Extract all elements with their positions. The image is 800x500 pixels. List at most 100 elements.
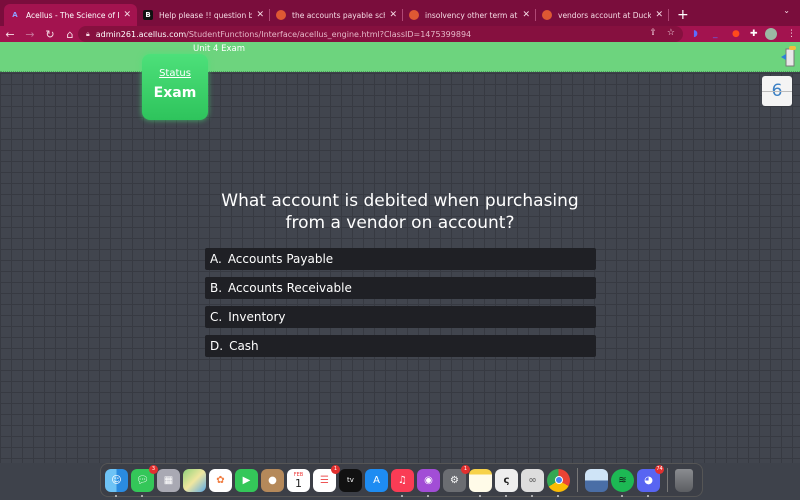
dock-clip-studio-icon[interactable]: ς (495, 468, 518, 497)
close-icon[interactable]: ✕ (522, 10, 530, 20)
tab-title: the accounts payable schedule (292, 10, 385, 20)
dock-chrome-icon[interactable] (547, 468, 570, 497)
dock-separator (667, 468, 668, 492)
answer-list: A. Accounts Payable B. Accounts Receivab… (205, 248, 596, 364)
answer-text: Cash (229, 339, 259, 353)
dock-separator (577, 468, 578, 492)
running-indicator (401, 494, 403, 497)
url-path: /StudentFunctions/Interface/acellus_engi… (186, 29, 472, 39)
app-label: tv (347, 476, 354, 484)
forward-button[interactable]: → (20, 28, 40, 41)
acellus-icon: A (12, 11, 18, 19)
tab-search-menu-button[interactable]: ⌄ (783, 6, 790, 15)
dock-finder-icon[interactable]: ☺ (105, 468, 128, 497)
share-icon[interactable]: ⇪ (649, 28, 657, 38)
answer-text: Accounts Receivable (228, 281, 352, 295)
answer-option-d[interactable]: D. Cash (205, 335, 596, 357)
dock-notes-icon[interactable] (469, 468, 492, 497)
answer-letter: A. (210, 252, 222, 266)
dock-trash-icon[interactable] (675, 468, 693, 492)
dock-preview-icon[interactable] (585, 468, 608, 492)
dock-facetime-icon[interactable]: ▶ (235, 468, 258, 492)
dock-photos-icon[interactable]: ✿ (209, 468, 232, 492)
home-button[interactable]: ⌂ (60, 28, 80, 41)
running-indicator (479, 494, 481, 497)
answer-text: Accounts Payable (227, 252, 334, 266)
dock-apple-tv-icon[interactable]: tv (339, 468, 362, 492)
exam-header-bar (0, 42, 800, 72)
extension-minus-icon[interactable]: _ (713, 27, 718, 41)
tab-bar: A Acellus - The Science of Learn ✕ B Hel… (0, 0, 800, 26)
tab-title: vendors account at DuckDuckG (558, 10, 652, 20)
dock-clip-studio-paint-icon[interactable]: ∞ (521, 468, 544, 497)
status-label[interactable]: Status (142, 68, 208, 79)
notification-badge: 74 (655, 464, 664, 474)
tab-title: Acellus - The Science of Learn (26, 10, 119, 20)
dock-maps-icon[interactable] (183, 468, 206, 492)
duckduckgo-icon (276, 10, 286, 20)
browser-toolbar: ← → ↻ ⌂ 🔒︎ admin261.acellus.com /Student… (0, 26, 800, 42)
close-icon[interactable]: ✕ (123, 10, 131, 20)
tab-title: Help please !! question below. (159, 10, 253, 20)
duckduckgo-icon (542, 10, 552, 20)
browser-menu-icon[interactable]: ⋮ (787, 27, 796, 41)
dock-messages-icon[interactable]: 💬︎ 3 (131, 464, 158, 497)
calendar-day: 1 (295, 476, 302, 490)
running-indicator (141, 494, 143, 497)
tab-help-please[interactable]: B Help please !! question below. ✕ (137, 4, 270, 26)
question-counter: 6 (762, 76, 792, 106)
dock: ☺ 💬︎ 3 ▦ ✿ ▶ ● FEB 1 ☰ 1 tv A ♫ ◉ ⚙ 1 ς ∞ ≋… (100, 463, 703, 497)
dock-music-icon[interactable]: ♫ (391, 468, 414, 497)
dock-app-store-icon[interactable]: A (365, 468, 388, 492)
dock-podcasts-icon[interactable]: ◉ (417, 468, 440, 497)
dock-system-preferences-icon[interactable]: ⚙ 1 (443, 464, 470, 492)
profile-avatar[interactable] (765, 28, 777, 40)
reload-button[interactable]: ↻ (40, 28, 60, 41)
answer-letter: B. (210, 281, 223, 295)
bookmark-star-icon[interactable]: ☆ (667, 28, 675, 38)
status-card: Status Exam (142, 54, 208, 120)
running-indicator (427, 494, 429, 497)
url-host: admin261.acellus.com (95, 29, 187, 39)
tab-vendors-search[interactable]: vendors account at DuckDuckG ✕ (536, 4, 669, 26)
extensions-puzzle-icon[interactable]: ✚ (750, 27, 758, 41)
running-indicator (647, 494, 649, 497)
close-icon[interactable]: ✕ (655, 10, 663, 20)
dock-discord-icon[interactable]: ◕ 74 (637, 464, 664, 497)
status-value: Exam (153, 85, 197, 101)
running-indicator (557, 494, 559, 497)
close-icon[interactable]: ✕ (389, 10, 397, 20)
tab-accounts-payable-search[interactable]: the accounts payable schedule ✕ (270, 4, 403, 26)
extension-wave-icon[interactable]: ◗ (693, 27, 698, 41)
close-icon[interactable]: ✕ (256, 10, 264, 20)
tab-separator (668, 9, 669, 21)
answer-option-a[interactable]: A. Accounts Payable (205, 248, 596, 270)
brainly-icon: B (143, 10, 153, 20)
dock-launchpad-icon[interactable]: ▦ (157, 468, 180, 492)
dock-calendar-icon[interactable]: FEB 1 (287, 468, 310, 492)
running-indicator (505, 494, 507, 497)
unit-title: Unit 4 Exam (193, 44, 246, 54)
lock-icon: 🔒︎ (86, 29, 90, 38)
running-indicator (621, 494, 623, 497)
address-bar[interactable]: 🔒︎ admin261.acellus.com /StudentFunction… (78, 26, 683, 42)
tab-title: insolvency other term at DuckD (425, 10, 518, 20)
running-indicator (115, 494, 117, 497)
tab-insolvency-search[interactable]: insolvency other term at DuckD ✕ (403, 4, 536, 26)
new-tab-button[interactable]: + (677, 4, 689, 26)
running-indicator (531, 494, 533, 497)
question-text: What account is debited when purchasing … (221, 191, 579, 233)
answer-letter: C. (210, 310, 223, 324)
answer-option-b[interactable]: B. Accounts Receivable (205, 277, 596, 299)
answer-text: Inventory (228, 310, 286, 324)
dock-reminders-icon[interactable]: ☰ 1 (313, 464, 340, 492)
duckduckgo-icon (409, 10, 419, 20)
answer-option-c[interactable]: C. Inventory (205, 306, 596, 328)
back-button[interactable]: ← (0, 28, 20, 41)
dock-spotify-icon[interactable]: ≋ (611, 468, 634, 497)
extension-honey-icon[interactable]: ● (732, 27, 740, 41)
answer-letter: D. (210, 339, 224, 353)
exit-door-icon[interactable] (780, 46, 796, 68)
tab-acellus[interactable]: A Acellus - The Science of Learn ✕ (4, 4, 137, 26)
dock-contacts-icon[interactable]: ● (261, 468, 284, 492)
